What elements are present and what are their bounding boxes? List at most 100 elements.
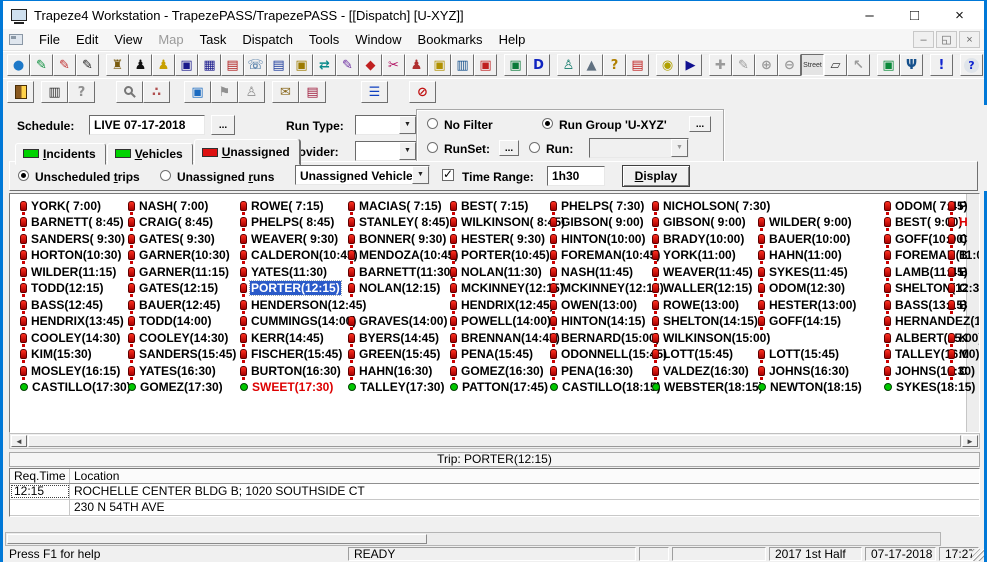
unscheduled-trips-grid[interactable]: YORK( 7:00) BARNETT( 8:45) SANDERS( 9:30) H… (9, 193, 980, 433)
scroll-right-icon[interactable]: ► (962, 435, 978, 447)
trip-entry[interactable]: PHELPS( 8:45) (240, 215, 335, 230)
driver-route-icon[interactable]: ♙ (557, 54, 580, 76)
chevron-down-icon[interactable]: ▼ (412, 166, 429, 184)
help-icon[interactable]: ? (960, 54, 983, 76)
vehicles-icon[interactable]: ▦ (198, 54, 221, 76)
dispatch-d-icon[interactable]: D (527, 54, 550, 76)
trip-entry[interactable]: GOFF(14:15) (758, 314, 842, 329)
trip-entry[interactable]: PORTER(12:15) (240, 281, 341, 296)
trip-entry[interactable]: B (948, 297, 969, 312)
menu-help[interactable]: Help (491, 30, 534, 49)
trip-entry[interactable]: YORK( 7:00) (20, 198, 102, 213)
vehicle-find-icon[interactable]: ? (603, 54, 626, 76)
trip-entry[interactable]: VALDEZ(16:30) (652, 363, 750, 378)
display-button[interactable]: Display (622, 165, 690, 187)
vehicle-stop-icon[interactable]: ▤ (221, 54, 244, 76)
trip-entry[interactable]: MACIAS( 7:15) (348, 198, 443, 213)
globe-edit-icon[interactable]: ✎ (30, 54, 53, 76)
minimize-button[interactable]: – (847, 1, 892, 29)
trip-entry[interactable]: HESTER( 9:30) (450, 231, 546, 246)
trip-entry[interactable]: PORTER(10:45) (450, 248, 551, 263)
trip-entry[interactable]: C (948, 281, 969, 296)
trip-entry[interactable]: PHELPS( 7:30) (550, 198, 645, 213)
tab-unassigned[interactable]: Unassigned (194, 139, 300, 165)
trip-entry[interactable]: OWEN(13:00) (550, 297, 638, 312)
req-time-cell[interactable] (10, 500, 70, 515)
main-horizontal-scrollbar[interactable] (5, 532, 941, 546)
grid-scrollbar-thumb[interactable] (28, 435, 961, 447)
location-cell[interactable]: 230 N 54TH AVE (70, 500, 979, 515)
trip-entry[interactable]: NOLAN(11:30) (450, 264, 543, 279)
chevron-down-icon[interactable]: ▼ (399, 116, 416, 134)
trip-entry[interactable]: C (948, 363, 969, 378)
trip-entry[interactable]: GIBSON( 9:00) (550, 215, 645, 230)
exit-icon[interactable] (7, 81, 34, 103)
child-window-icon[interactable] (9, 34, 23, 45)
trip-entry[interactable]: HINTON(10:00) (550, 231, 646, 246)
run-radio[interactable] (529, 142, 540, 153)
trip-entry[interactable]: M (948, 347, 970, 362)
trip-entry[interactable]: CALDERON(10:45) (240, 248, 359, 263)
resize-grip[interactable] (972, 549, 984, 561)
trip-entry[interactable]: SYKES(18:15) (884, 380, 976, 395)
trip-entry[interactable]: HAHN(11:00) (758, 248, 843, 263)
vehicle-icon[interactable]: ▣ (175, 54, 198, 76)
comm-antenna-icon[interactable]: Ψ (900, 54, 923, 76)
fleet-icon[interactable]: ▥ (451, 54, 474, 76)
run-group-radio[interactable] (542, 118, 553, 129)
trip-entry[interactable]: B (948, 248, 969, 263)
trip-entry[interactable]: WILKINSON( 8:45) (450, 215, 566, 230)
trip-entry[interactable]: GREEN(15:45) (348, 347, 441, 362)
menu-view[interactable]: View (106, 30, 150, 49)
trip-entry[interactable]: BARNETT(11:30) (348, 264, 455, 279)
trip-entry[interactable]: LOTT(15:45) (758, 347, 840, 362)
workstation-icon[interactable]: ▥ (41, 81, 68, 103)
trip-entry[interactable]: BEST( 7:15) (450, 198, 529, 213)
req-time-header[interactable]: Req.Time (10, 469, 70, 483)
trip-entry[interactable]: KERR(14:45) (240, 330, 325, 345)
trip-entry[interactable]: TALLEY(17:30) (348, 380, 445, 395)
trip-entry[interactable]: NASH(11:45) (550, 264, 634, 279)
trip-entry[interactable]: K (948, 330, 969, 345)
monitor-icon[interactable]: ▣ (184, 81, 211, 103)
menu-dispatch[interactable]: Dispatch (234, 30, 301, 49)
trip-entry[interactable]: HENDERSON(12:45) (240, 297, 367, 312)
time-range-input[interactable] (547, 166, 605, 186)
trip-entry[interactable]: ODONNELL(15:45) (550, 347, 668, 362)
trip-entry[interactable]: NEWTON(18:15) (758, 380, 863, 395)
print-icon[interactable]: ▤ (299, 81, 326, 103)
trip-entry[interactable]: KIM(15:30) (20, 347, 93, 362)
batch-list-icon[interactable]: ☰ (361, 81, 388, 103)
trip-entry[interactable]: GARNER(11:15) (128, 264, 230, 279)
trip-entry[interactable]: BERNARD(15:00) (550, 330, 661, 345)
trip-entry[interactable]: WEAVER(11:45) (652, 264, 754, 279)
bus-route-icon[interactable]: ▣ (428, 54, 451, 76)
trip-entry[interactable]: BRENNAN(14:45) (450, 330, 561, 345)
trip-entry[interactable]: HERNANDEZ(14:15) (884, 314, 980, 329)
trip-entry[interactable]: WEAVER( 9:30) (240, 231, 339, 246)
trip-entry[interactable]: BASS(12:45) (20, 297, 104, 312)
trip-list-icon[interactable]: ▤ (267, 54, 290, 76)
trip-entry[interactable]: FISCHER(15:45) (240, 347, 343, 362)
trip-entry[interactable]: P (948, 198, 968, 213)
trip-entry[interactable]: GARNER(10:30) (128, 248, 231, 263)
map-draw-icon[interactable]: ✎ (76, 54, 99, 76)
table-row[interactable]: 12:15 ROCHELLE CENTER BLDG B; 1020 SOUTHS… (10, 484, 979, 500)
trip-entry[interactable]: TODD(14:00) (128, 314, 212, 329)
trip-entry[interactable]: GIBSON( 9:00) (652, 215, 747, 230)
no-filter-radio[interactable] (427, 118, 438, 129)
trip-entry[interactable]: BAUER(10:00) (758, 231, 851, 246)
street-map-button[interactable]: Street (801, 54, 824, 76)
trip-entry[interactable]: HESTER(13:00) (758, 297, 857, 312)
trip-entry[interactable]: SANDERS(15:45) (128, 347, 237, 362)
trip-entry[interactable]: COOLEY(14:30) (128, 330, 229, 345)
passengers-icon[interactable]: ♟ (405, 54, 428, 76)
route-edit-icon[interactable]: ✎ (53, 54, 76, 76)
map-globe-icon[interactable]: ● (7, 54, 30, 76)
phone-log-icon[interactable]: ☏ (244, 54, 267, 76)
trip-entry[interactable]: YORK(11:00) (652, 248, 737, 263)
trip-entry[interactable]: BONNER( 9:30) (348, 231, 447, 246)
signature-icon[interactable]: ✎ (336, 54, 359, 76)
trip-entry[interactable]: LOTT(15:45) (652, 347, 734, 362)
run-type-combo[interactable]: ▼ (355, 115, 417, 135)
